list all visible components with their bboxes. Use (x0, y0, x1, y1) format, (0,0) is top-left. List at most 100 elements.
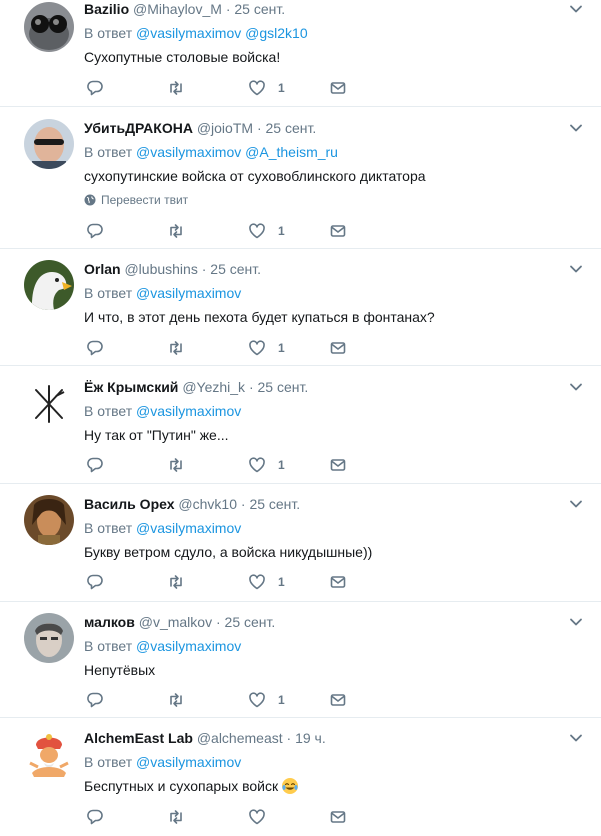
mention-link[interactable]: @vasilymaximov (136, 754, 241, 770)
retweet-button[interactable] (167, 78, 248, 98)
timestamp[interactable]: 19 ч. (295, 730, 326, 746)
reply-prefix: В ответ (84, 754, 133, 770)
mention-link[interactable]: @gsl2k10 (245, 25, 307, 41)
like-button[interactable]: 1 (248, 572, 329, 592)
avatar[interactable] (24, 495, 74, 545)
like-button[interactable]: 1 (248, 690, 329, 710)
direct-message-button[interactable] (329, 572, 410, 592)
mention-link[interactable]: @vasilymaximov (136, 285, 241, 301)
tweet[interactable]: Bazilio @Mihaylov_M · 25 сент. В ответ @… (0, 0, 601, 107)
user-name[interactable]: УбитьДРАКОНА (84, 120, 193, 136)
timestamp[interactable]: 25 сент. (266, 120, 317, 136)
mention-link[interactable]: @A_theism_ru (245, 144, 338, 160)
user-handle[interactable]: @chvk10 (178, 496, 237, 512)
user-name[interactable]: AlchemEast Lab (84, 730, 193, 746)
user-handle[interactable]: @Yezhi_k (182, 379, 245, 395)
timestamp[interactable]: 25 сент. (210, 261, 261, 277)
retweet-button[interactable] (167, 455, 248, 475)
tweet-actions: 1 (86, 221, 410, 241)
reply-icon (87, 457, 103, 473)
direct-message-button[interactable] (329, 221, 410, 241)
retweet-button[interactable] (167, 338, 248, 358)
chevron-down-icon[interactable] (569, 380, 583, 394)
timestamp[interactable]: 25 сент. (249, 496, 300, 512)
mention-link[interactable]: @vasilymaximov (136, 403, 241, 419)
tweet[interactable]: Orlan @lubushins · 25 сент. В ответ @vas… (0, 249, 601, 366)
timestamp[interactable]: 25 сент. (258, 379, 309, 395)
reply-button[interactable] (86, 690, 167, 710)
reply-button[interactable] (86, 78, 167, 98)
avatar[interactable] (24, 260, 74, 310)
like-button[interactable]: 1 (248, 338, 329, 358)
direct-message-button[interactable] (329, 455, 410, 475)
user-handle[interactable]: @alchemeast (197, 730, 283, 746)
user-name[interactable]: Ёж Крымский (84, 379, 178, 395)
direct-message-button[interactable] (329, 690, 410, 710)
avatar[interactable] (24, 613, 74, 663)
avatar[interactable] (24, 729, 74, 779)
reply-prefix: В ответ (84, 285, 133, 301)
user-name[interactable]: Василь Орех (84, 496, 175, 512)
reply-prefix: В ответ (84, 520, 133, 536)
tweet[interactable]: Ёж Крымский @Yezhi_k · 25 сент. В ответ … (0, 366, 601, 484)
tweet-text: Беспутных и сухопарых войск (84, 777, 569, 795)
chevron-down-icon[interactable] (569, 262, 583, 276)
avatar[interactable] (24, 2, 74, 52)
direct-message-button[interactable] (329, 807, 410, 827)
separator-dot: · (201, 261, 207, 277)
tweet-text: Ну так от "Путин" же... (84, 427, 229, 443)
retweet-icon (170, 81, 182, 95)
mention-link[interactable]: @vasilymaximov (136, 144, 241, 160)
reply-button[interactable] (86, 221, 167, 241)
tweet[interactable]: малков @v_malkov · 25 сент. В ответ @vas… (0, 602, 601, 718)
user-name[interactable]: Bazilio (84, 1, 129, 17)
timestamp[interactable]: 25 сент. (234, 1, 285, 17)
chevron-down-icon[interactable] (569, 2, 583, 16)
timestamp[interactable]: 25 сент. (225, 614, 276, 630)
reply-button[interactable] (86, 338, 167, 358)
avatar[interactable] (24, 119, 74, 169)
reply-button[interactable] (86, 455, 167, 475)
like-button[interactable]: 1 (248, 221, 329, 241)
tweet[interactable]: AlchemEast Lab @alchemeast · 19 ч. В отв… (0, 718, 601, 836)
tweet-text: сухопутинские войска от суховоблинского … (84, 168, 426, 184)
user-name[interactable]: малков (84, 614, 135, 630)
like-button[interactable]: 1 (248, 455, 329, 475)
tweet-text: Непутёвых (84, 662, 156, 678)
user-handle[interactable]: @lubushins (124, 261, 197, 277)
envelope-icon (330, 82, 346, 94)
mention-link[interactable]: @vasilymaximov (136, 520, 241, 536)
separator-dot: · (286, 730, 292, 746)
chevron-down-icon[interactable] (569, 731, 583, 745)
envelope-icon (330, 694, 346, 706)
user-handle[interactable]: @v_malkov (139, 614, 212, 630)
chevron-down-icon[interactable] (569, 615, 583, 629)
heart-icon (249, 457, 265, 473)
mention-link[interactable]: @vasilymaximov (136, 638, 241, 654)
tweet-actions: 1 (86, 572, 410, 592)
tweet-text: Букву ветром сдуло, а войска никудышные)… (84, 544, 373, 560)
user-name[interactable]: Orlan (84, 261, 121, 277)
like-button[interactable] (248, 807, 329, 827)
user-handle[interactable]: @joioTM (197, 120, 253, 136)
avatar[interactable] (24, 378, 74, 428)
user-handle[interactable]: @Mihaylov_M (133, 1, 222, 17)
chevron-down-icon[interactable] (569, 497, 583, 511)
retweet-button[interactable] (167, 807, 248, 827)
retweet-button[interactable] (167, 221, 248, 241)
translate-link[interactable]: Перевести твит (84, 193, 569, 207)
like-count: 1 (278, 341, 285, 355)
reply-button[interactable] (86, 572, 167, 592)
like-button[interactable]: 1 (248, 78, 329, 98)
retweet-button[interactable] (167, 572, 248, 592)
direct-message-button[interactable] (329, 78, 410, 98)
mention-link[interactable]: @vasilymaximov (136, 25, 241, 41)
crying-laughing-emoji-icon (282, 778, 299, 794)
reply-button[interactable] (86, 807, 167, 827)
retweet-icon (170, 693, 182, 707)
tweet[interactable]: Василь Орех @chvk10 · 25 сент. В ответ @… (0, 484, 601, 602)
chevron-down-icon[interactable] (569, 121, 583, 135)
tweet[interactable]: УбитьДРАКОНА @joioTM · 25 сент. В ответ … (0, 107, 601, 249)
retweet-button[interactable] (167, 690, 248, 710)
direct-message-button[interactable] (329, 338, 410, 358)
